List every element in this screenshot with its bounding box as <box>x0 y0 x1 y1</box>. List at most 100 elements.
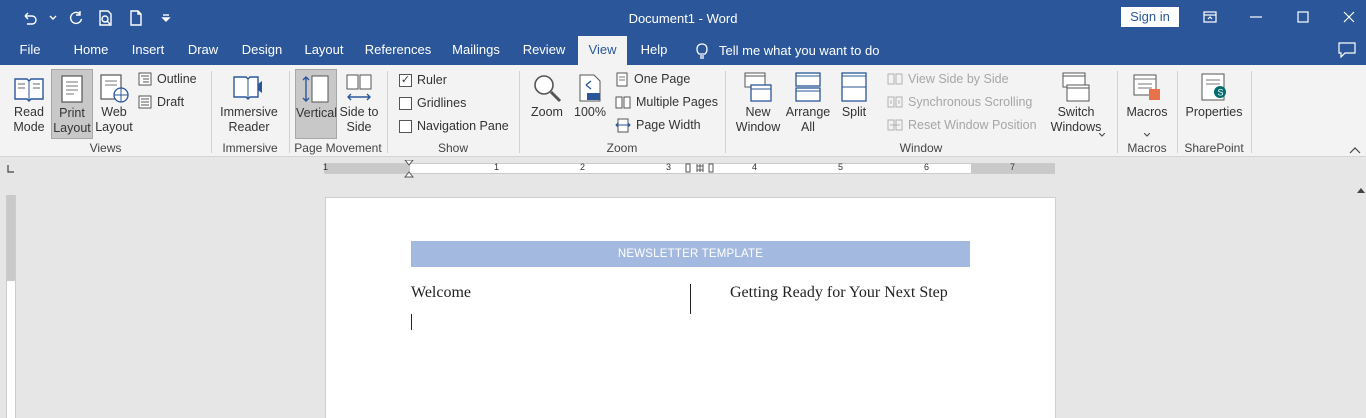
one-page-icon <box>616 72 628 86</box>
ruler-number: 1 <box>494 162 500 172</box>
tab-file[interactable]: File <box>10 36 50 65</box>
right-column-heading[interactable]: Getting Ready for Your Next Step <box>730 284 948 302</box>
top-margin-shading <box>7 195 15 281</box>
side-by-side-icon <box>887 73 903 85</box>
show-group-label: Show <box>437 141 469 155</box>
navigation-pane-check-icon <box>399 119 412 133</box>
macros-icon <box>1133 74 1160 100</box>
ruler-check-icon: ✓ <box>399 73 412 87</box>
print-layout-icon <box>61 75 83 103</box>
column-marker[interactable] <box>683 163 715 178</box>
tab-layout[interactable]: Layout <box>299 36 349 65</box>
gridlines-check-icon <box>399 96 412 110</box>
web-layout-icon <box>100 74 129 103</box>
zoom-button[interactable]: Zoom <box>527 69 567 139</box>
one-page-button[interactable]: One Page <box>615 69 690 89</box>
tab-view[interactable]: View <box>578 36 627 65</box>
gridlines-checkbox[interactable]: Gridlines <box>399 93 466 113</box>
lightbulb-icon <box>696 42 708 59</box>
tab-mailings[interactable]: Mailings <box>446 36 506 65</box>
arrange-all-icon <box>795 72 821 102</box>
tell-me-search[interactable]: Tell me what you want to do <box>695 36 879 65</box>
new-window-icon <box>744 72 772 102</box>
draft-button[interactable]: Draft <box>138 92 184 112</box>
ruler-number: 6 <box>924 162 930 172</box>
magnifier-icon <box>534 75 562 103</box>
macros-group-label: Macros <box>1127 141 1167 155</box>
ruler-number: 5 <box>838 162 844 172</box>
document-page[interactable]: NEWSLETTER TEMPLATE Welcome Getting Read… <box>325 197 1056 418</box>
side-to-side-button[interactable]: Side to Side <box>339 69 379 139</box>
reset-window-position-button[interactable]: Reset Window Position <box>887 115 1037 135</box>
horizontal-ruler[interactable]: 1 1 2 3 4 5 6 7 <box>323 159 1055 178</box>
synchronous-scrolling-button[interactable]: Synchronous Scrolling <box>887 92 1032 112</box>
maximize-icon[interactable] <box>1280 0 1326 34</box>
newsletter-banner[interactable]: NEWSLETTER TEMPLATE <box>411 241 970 267</box>
multiple-pages-icon <box>615 96 631 108</box>
ruler-number: 1 <box>323 162 329 172</box>
sign-in-button[interactable]: Sign in <box>1121 7 1179 27</box>
macros-dropdown-icon <box>1143 126 1151 140</box>
scroll-up-icon[interactable] <box>1356 184 1366 196</box>
vertical-ruler[interactable] <box>6 195 16 418</box>
properties-button[interactable]: S Properties <box>1184 69 1244 139</box>
text-cursor <box>411 314 412 330</box>
window-group-label: Window <box>899 141 943 155</box>
split-button[interactable]: Split <box>836 69 872 139</box>
immersive-group-label: Immersive <box>222 141 278 155</box>
tab-home[interactable]: Home <box>66 36 116 65</box>
left-column-heading[interactable]: Welcome <box>411 284 471 302</box>
new-window-button[interactable]: New Window <box>733 69 783 139</box>
views-group-label: Views <box>89 141 122 155</box>
separator <box>1251 71 1252 153</box>
tab-references[interactable]: References <box>362 36 434 65</box>
close-icon[interactable] <box>1326 0 1366 34</box>
web-layout-button[interactable]: Web Layout <box>94 69 134 139</box>
page-width-icon <box>615 118 631 132</box>
vertical-button[interactable]: Vertical <box>295 69 337 139</box>
zoom-100-button[interactable]: 100% <box>571 69 609 139</box>
side-to-side-icon <box>346 74 372 101</box>
outline-button[interactable]: Outline <box>138 69 197 89</box>
immersive-reader-button[interactable]: Immersive Reader <box>218 69 280 139</box>
ruler-number: 2 <box>580 162 586 172</box>
view-side-by-side-button[interactable]: View Side by Side <box>887 69 1009 89</box>
page-width-button[interactable]: Page Width <box>615 115 701 135</box>
tab-draw[interactable]: Draw <box>182 36 224 65</box>
immersive-reader-icon <box>233 76 262 100</box>
arrange-all-button[interactable]: Arrange All <box>785 69 831 139</box>
page-movement-group-label: Page Movement <box>294 141 382 155</box>
left-margin-shading <box>324 164 410 173</box>
vertical-icon <box>302 75 329 103</box>
properties-icon: S <box>1201 73 1226 101</box>
tab-insert[interactable]: Insert <box>125 36 171 65</box>
navigation-pane-checkbox[interactable]: Navigation Pane <box>399 116 509 136</box>
ribbon-display-options-icon[interactable] <box>1187 0 1233 34</box>
sync-scroll-icon <box>887 96 903 108</box>
print-layout-button[interactable]: Print Layout <box>51 69 93 139</box>
outline-icon <box>138 72 152 86</box>
multiple-pages-button[interactable]: Multiple Pages <box>615 92 718 112</box>
zoom-group-label: Zoom <box>606 141 638 155</box>
svg-text:S: S <box>1218 88 1224 98</box>
reset-position-icon <box>887 119 903 131</box>
tell-me-label: Tell me what you want to do <box>719 43 880 58</box>
tab-selector-icon[interactable] <box>4 163 16 175</box>
tab-design[interactable]: Design <box>236 36 288 65</box>
ruler-checkbox[interactable]: ✓ Ruler <box>399 70 447 90</box>
ribbon-tabs: File Home Insert Draw Design Layout Refe… <box>0 36 1366 65</box>
switch-windows-dropdown-icon <box>1098 126 1106 140</box>
draft-icon <box>138 95 152 109</box>
zoom-100-icon <box>579 74 601 102</box>
switch-windows-icon <box>1062 72 1090 102</box>
sharepoint-group-label: SharePoint <box>1184 141 1244 155</box>
tab-help[interactable]: Help <box>634 36 674 65</box>
read-mode-button[interactable]: Read Mode <box>8 69 50 139</box>
ribbon: Read Mode Print Layout Web Layout Outlin… <box>0 65 1366 157</box>
minimize-icon[interactable] <box>1233 0 1279 34</box>
tab-review[interactable]: Review <box>518 36 570 65</box>
first-line-indent-marker[interactable] <box>403 159 415 181</box>
collapse-ribbon-icon[interactable] <box>1349 143 1361 157</box>
comments-icon[interactable] <box>1338 42 1356 61</box>
ruler-number: 7 <box>1010 162 1016 172</box>
